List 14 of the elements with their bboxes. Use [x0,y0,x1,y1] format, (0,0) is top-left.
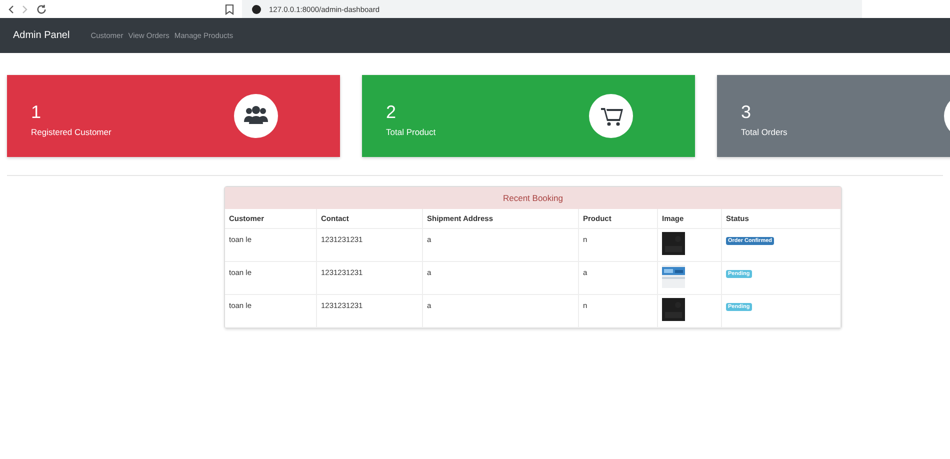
panel-title: Recent Booking [225,187,841,209]
reload-icon[interactable] [36,4,47,14]
users-icon [234,94,278,138]
stat-count: 2 [386,102,398,122]
stat-count: 1 [31,102,42,122]
stat-label: Registered Customer [31,126,112,136]
bookmark-icon[interactable] [225,4,234,14]
stat-count: 3 [741,102,752,122]
stat-label: Total Orders [741,126,788,136]
brand[interactable]: Admin Panel [13,30,70,41]
back-icon[interactable] [8,4,14,14]
site-info-icon [252,4,261,14]
cart-icon [589,94,633,138]
stat-label: Total Product [386,126,436,136]
